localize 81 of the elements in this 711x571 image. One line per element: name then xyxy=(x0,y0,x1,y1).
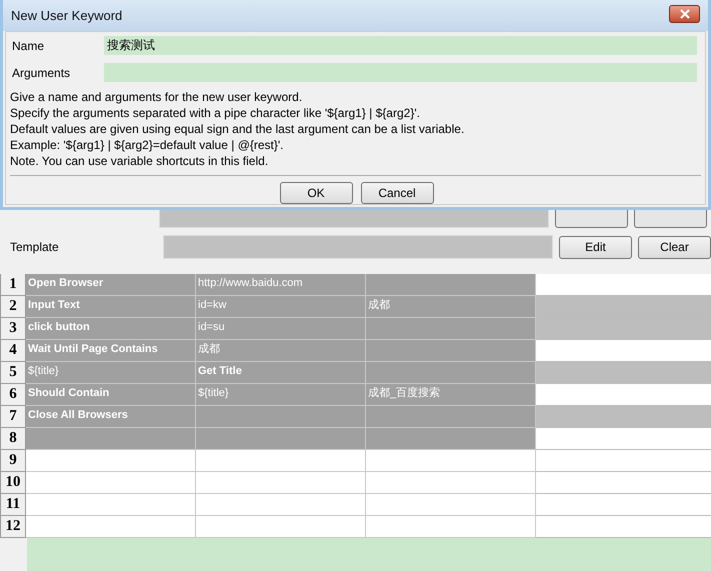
table-cell[interactable] xyxy=(366,450,536,472)
table-cell[interactable]: click button xyxy=(26,318,196,340)
input-field[interactable] xyxy=(159,210,549,228)
table-cell[interactable]: Open Browser xyxy=(26,274,196,296)
table-cell[interactable] xyxy=(536,318,711,340)
table-cell[interactable] xyxy=(196,472,366,494)
settings-button[interactable]: Edit xyxy=(559,236,632,258)
row-number: 2 xyxy=(1,296,26,318)
table-cell[interactable] xyxy=(196,428,366,450)
table-cell[interactable]: 成都_百度搜索 xyxy=(366,384,536,406)
field-label: Name xyxy=(11,38,46,52)
table-cell[interactable] xyxy=(196,516,366,538)
table-cell[interactable] xyxy=(536,494,711,516)
table-cell[interactable]: 成都 xyxy=(196,340,366,362)
table-cell[interactable] xyxy=(536,296,711,318)
close-button[interactable] xyxy=(669,4,700,22)
help-text: Give a name and arguments for the new user keyword. xyxy=(9,89,304,105)
table-cell[interactable] xyxy=(26,450,196,472)
table-cell[interactable] xyxy=(366,406,536,428)
edit-button[interactable] xyxy=(555,210,628,228)
table-cell[interactable] xyxy=(26,516,196,538)
input-field[interactable] xyxy=(104,63,697,82)
table-cell[interactable] xyxy=(26,472,196,494)
input-field[interactable]: 搜索测试 xyxy=(104,36,697,55)
row-number: 11 xyxy=(1,494,26,516)
row-number: 12 xyxy=(1,516,26,538)
table-cell[interactable]: ${title} xyxy=(26,362,196,384)
table-cell[interactable] xyxy=(536,472,711,494)
table-cell[interactable] xyxy=(536,274,711,296)
table-cell[interactable] xyxy=(196,450,366,472)
table-cell[interactable] xyxy=(366,516,536,538)
row-number: 7 xyxy=(1,406,26,428)
table-cell[interactable] xyxy=(366,428,536,450)
table-cell[interactable]: Should Contain xyxy=(26,384,196,406)
row-number: 6 xyxy=(1,384,26,406)
help-text: Note. You can use variable shortcuts in this field. xyxy=(9,153,270,169)
settings-button[interactable]: Clear xyxy=(638,236,711,258)
table-cell[interactable]: ${title} xyxy=(196,384,366,406)
table-cell[interactable] xyxy=(366,472,536,494)
table-cell[interactable] xyxy=(536,450,711,472)
table-cell[interactable] xyxy=(536,362,711,384)
table-cell[interactable] xyxy=(366,274,536,296)
help-text: Specify the arguments separated with a pipe character like '${arg1} | ${arg2}'. xyxy=(9,105,421,121)
table-cell[interactable]: Get Title xyxy=(196,362,366,384)
row-number: 5 xyxy=(1,362,26,384)
table-cell[interactable] xyxy=(366,340,536,362)
table-cell[interactable] xyxy=(536,384,711,406)
row-number: 3 xyxy=(1,318,26,340)
dialog-button[interactable]: OK xyxy=(280,182,352,204)
table-cell[interactable] xyxy=(196,406,366,428)
help-text: Default values are given using equal sign and the last argument can be a list variable. xyxy=(9,121,466,137)
table-cell[interactable]: http://www.baidu.com xyxy=(196,274,366,296)
table-cell[interactable] xyxy=(366,362,536,384)
table-cell[interactable] xyxy=(536,516,711,538)
table-cell[interactable] xyxy=(366,318,536,340)
close-icon xyxy=(678,8,690,18)
clear-button[interactable] xyxy=(634,210,707,228)
template-field[interactable] xyxy=(163,235,553,259)
table-cell[interactable] xyxy=(366,494,536,516)
table-cell[interactable] xyxy=(26,428,196,450)
row-number: 1 xyxy=(1,274,26,296)
table-cell[interactable] xyxy=(26,494,196,516)
table-cell[interactable] xyxy=(536,428,711,450)
table-cell[interactable]: id=su xyxy=(196,318,366,340)
template-label: Template xyxy=(9,240,60,254)
table-cell[interactable] xyxy=(536,406,711,428)
table-cell[interactable]: Close All Browsers xyxy=(26,406,196,428)
row-number: 8 xyxy=(1,428,26,450)
field-label: Arguments xyxy=(11,66,72,80)
row-number: 9 xyxy=(1,450,26,472)
dialog-button[interactable]: Cancel xyxy=(360,182,434,204)
table-cell[interactable]: 成都 xyxy=(366,296,536,318)
table-cell[interactable]: Wait Until Page Contains xyxy=(26,340,196,362)
row-number: 4 xyxy=(1,340,26,362)
table-cell[interactable]: id=kw xyxy=(196,296,366,318)
help-text: Example: '${arg1} | ${arg2}=default value | @{rest}'. xyxy=(9,137,285,153)
window-title: New User Keyword xyxy=(11,8,122,23)
table-cell[interactable] xyxy=(536,340,711,362)
row-number: 10 xyxy=(1,472,26,494)
table-cell[interactable]: Input Text xyxy=(26,296,196,318)
table-cell[interactable] xyxy=(196,494,366,516)
